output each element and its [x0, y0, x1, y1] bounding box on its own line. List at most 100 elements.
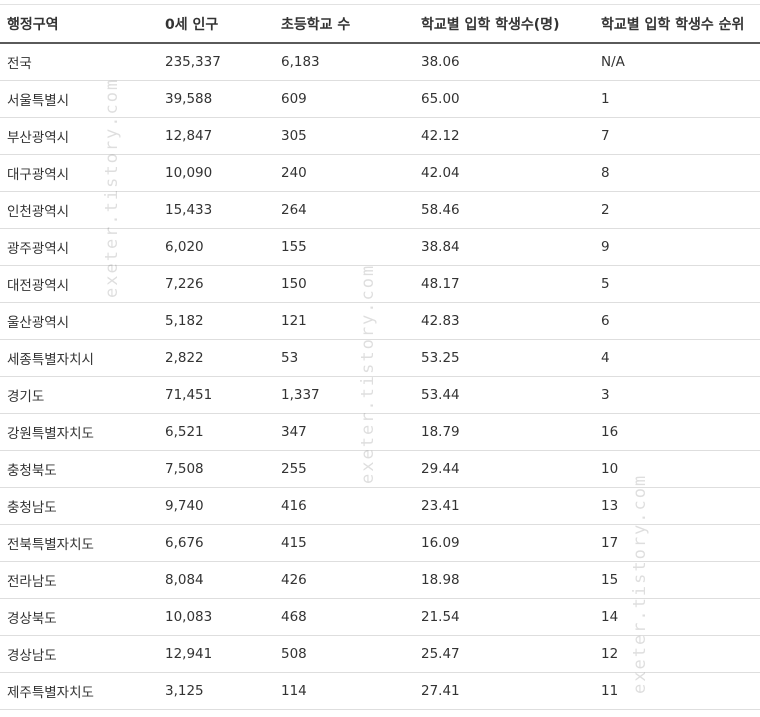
cell-age0-population: 3,125: [158, 672, 274, 710]
table-row: 부산광역시 12,847 305 42.12 7: [0, 117, 760, 155]
table-body: 전국 235,337 6,183 38.06 N/A 서울특별시 39,588 609 65.0…: [0, 43, 760, 710]
cell-age0-population: 235,337: [158, 43, 274, 81]
cell-region: 전국: [0, 43, 158, 81]
cell-students-per-school: 23.41: [414, 487, 594, 525]
cell-region: 경상북도: [0, 598, 158, 636]
data-table-container: 행정구역 0세 인구 초등학교 수 학교별 입학 학생수(명) 학교별 입학 학…: [0, 4, 760, 710]
table-row: 경기도 71,451 1,337 53.44 3: [0, 376, 760, 414]
cell-school-count: 508: [274, 635, 414, 673]
cell-school-count: 347: [274, 413, 414, 451]
cell-rank: 4: [594, 339, 760, 377]
cell-school-count: 255: [274, 450, 414, 488]
cell-students-per-school: 18.79: [414, 413, 594, 451]
enrollment-table: 행정구역 0세 인구 초등학교 수 학교별 입학 학생수(명) 학교별 입학 학…: [0, 4, 760, 710]
cell-rank: N/A: [594, 43, 760, 81]
cell-age0-population: 15,433: [158, 191, 274, 229]
cell-rank: 7: [594, 117, 760, 155]
cell-school-count: 240: [274, 154, 414, 192]
cell-age0-population: 8,084: [158, 561, 274, 599]
table-row: 강원특별자치도 6,521 347 18.79 16: [0, 413, 760, 451]
cell-students-per-school: 25.47: [414, 635, 594, 673]
cell-students-per-school: 16.09: [414, 524, 594, 562]
cell-region: 경기도: [0, 376, 158, 414]
cell-age0-population: 12,847: [158, 117, 274, 155]
cell-school-count: 114: [274, 672, 414, 710]
table-row: 제주특별자치도 3,125 114 27.41 11: [0, 672, 760, 710]
table-row: 대전광역시 7,226 150 48.17 5: [0, 265, 760, 303]
cell-students-per-school: 27.41: [414, 672, 594, 710]
cell-rank: 9: [594, 228, 760, 266]
header-region: 행정구역: [0, 4, 158, 44]
cell-rank: 8: [594, 154, 760, 192]
cell-students-per-school: 53.25: [414, 339, 594, 377]
cell-region: 광주광역시: [0, 228, 158, 266]
cell-rank: 3: [594, 376, 760, 414]
cell-students-per-school: 38.84: [414, 228, 594, 266]
cell-students-per-school: 53.44: [414, 376, 594, 414]
table-row: 세종특별자치시 2,822 53 53.25 4: [0, 339, 760, 377]
table-row: 경상남도 12,941 508 25.47 12: [0, 635, 760, 673]
header-age0-population: 0세 인구: [158, 4, 274, 44]
cell-school-count: 416: [274, 487, 414, 525]
cell-age0-population: 6,676: [158, 524, 274, 562]
cell-students-per-school: 42.12: [414, 117, 594, 155]
cell-school-count: 264: [274, 191, 414, 229]
cell-rank: 5: [594, 265, 760, 303]
cell-school-count: 468: [274, 598, 414, 636]
cell-region: 제주특별자치도: [0, 672, 158, 710]
cell-rank: 2: [594, 191, 760, 229]
cell-rank: 14: [594, 598, 760, 636]
cell-age0-population: 6,020: [158, 228, 274, 266]
cell-school-count: 53: [274, 339, 414, 377]
table-row: 전국 235,337 6,183 38.06 N/A: [0, 43, 760, 81]
cell-region: 인천광역시: [0, 191, 158, 229]
cell-region: 울산광역시: [0, 302, 158, 340]
cell-school-count: 305: [274, 117, 414, 155]
cell-students-per-school: 21.54: [414, 598, 594, 636]
cell-school-count: 426: [274, 561, 414, 599]
cell-region: 강원특별자치도: [0, 413, 158, 451]
cell-region: 전북특별자치도: [0, 524, 158, 562]
cell-rank: 6: [594, 302, 760, 340]
table-row: 대구광역시 10,090 240 42.04 8: [0, 154, 760, 192]
cell-school-count: 609: [274, 80, 414, 118]
cell-region: 충청남도: [0, 487, 158, 525]
cell-rank: 11: [594, 672, 760, 710]
cell-students-per-school: 42.04: [414, 154, 594, 192]
cell-students-per-school: 48.17: [414, 265, 594, 303]
table-row: 광주광역시 6,020 155 38.84 9: [0, 228, 760, 266]
table-row: 전북특별자치도 6,676 415 16.09 17: [0, 524, 760, 562]
cell-region: 부산광역시: [0, 117, 158, 155]
table-row: 충청남도 9,740 416 23.41 13: [0, 487, 760, 525]
table-row: 울산광역시 5,182 121 42.83 6: [0, 302, 760, 340]
cell-age0-population: 2,822: [158, 339, 274, 377]
cell-age0-population: 12,941: [158, 635, 274, 673]
table-row: 경상북도 10,083 468 21.54 14: [0, 598, 760, 636]
table-row: 서울특별시 39,588 609 65.00 1: [0, 80, 760, 118]
cell-age0-population: 39,588: [158, 80, 274, 118]
table-row: 충청북도 7,508 255 29.44 10: [0, 450, 760, 488]
cell-students-per-school: 29.44: [414, 450, 594, 488]
cell-school-count: 6,183: [274, 43, 414, 81]
cell-students-per-school: 65.00: [414, 80, 594, 118]
table-row: 인천광역시 15,433 264 58.46 2: [0, 191, 760, 229]
cell-region: 전라남도: [0, 561, 158, 599]
cell-students-per-school: 42.83: [414, 302, 594, 340]
cell-region: 세종특별자치시: [0, 339, 158, 377]
cell-age0-population: 10,083: [158, 598, 274, 636]
cell-school-count: 150: [274, 265, 414, 303]
cell-rank: 10: [594, 450, 760, 488]
cell-rank: 17: [594, 524, 760, 562]
cell-region: 서울특별시: [0, 80, 158, 118]
cell-rank: 15: [594, 561, 760, 599]
cell-age0-population: 5,182: [158, 302, 274, 340]
cell-rank: 12: [594, 635, 760, 673]
cell-rank: 1: [594, 80, 760, 118]
cell-region: 대전광역시: [0, 265, 158, 303]
cell-age0-population: 7,508: [158, 450, 274, 488]
cell-rank: 16: [594, 413, 760, 451]
cell-age0-population: 10,090: [158, 154, 274, 192]
cell-students-per-school: 38.06: [414, 43, 594, 81]
cell-school-count: 155: [274, 228, 414, 266]
cell-school-count: 121: [274, 302, 414, 340]
